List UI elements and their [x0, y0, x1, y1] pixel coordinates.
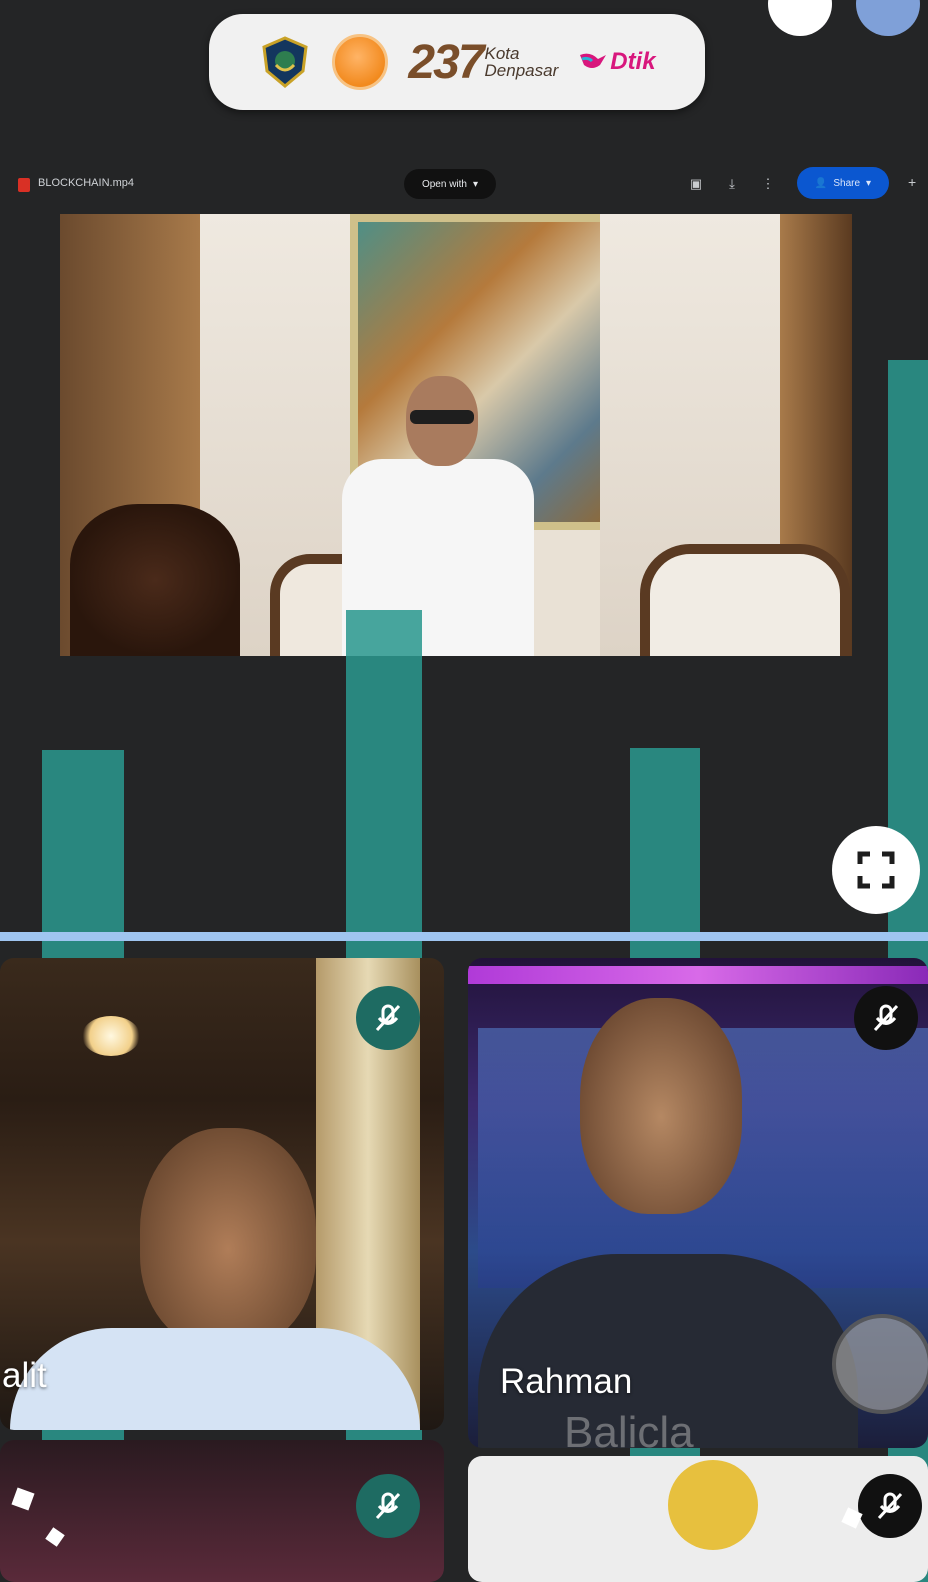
orange-emblem-logo — [332, 34, 389, 90]
share-caret-icon: ▾ — [866, 177, 872, 189]
top-control-button[interactable] — [768, 0, 832, 36]
anniversary-number: 237 — [408, 35, 484, 89]
participant-tile[interactable]: alit — [0, 958, 444, 1430]
side-panel-icon[interactable]: + — [908, 174, 916, 190]
comment-icon[interactable]: ▣ — [686, 174, 706, 194]
video-file-icon — [18, 178, 30, 192]
bird-icon — [580, 53, 607, 68]
share-button[interactable]: 👤 Share ▾ — [797, 167, 889, 199]
mic-off-icon — [873, 1004, 899, 1032]
speaker-glasses — [410, 410, 474, 424]
open-with-label: Open with — [421, 178, 467, 190]
mic-off-icon — [877, 1492, 903, 1520]
more-options-icon[interactable]: ⋮ — [758, 174, 778, 194]
participant-name: alit — [2, 1356, 47, 1395]
background-text: Balicla — [564, 1408, 694, 1448]
participant-head — [580, 998, 742, 1214]
wood-carving-left — [70, 504, 240, 656]
government-shield-logo — [262, 36, 309, 88]
dtik-wordmark: Dtik — [610, 48, 656, 75]
fullscreen-button[interactable] — [832, 826, 920, 914]
participant-head — [140, 1128, 316, 1348]
section-divider — [0, 932, 928, 941]
participant-tile[interactable] — [0, 1440, 444, 1582]
participant-shirt — [10, 1328, 420, 1430]
city-label: Denpasar — [484, 61, 559, 80]
people-icon: 👤 — [814, 177, 828, 189]
floating-bubble[interactable] — [832, 1314, 928, 1414]
neon-ceiling — [468, 966, 928, 984]
download-icon[interactable]: ⤓ — [722, 174, 742, 194]
mic-off-badge — [356, 1474, 420, 1538]
mic-off-badge — [356, 986, 420, 1050]
fullscreen-icon — [857, 851, 895, 889]
share-label: Share — [833, 177, 861, 189]
mic-off-badge — [854, 986, 918, 1050]
organizer-banner: 237 Kota Denpasar Dtik — [209, 14, 705, 110]
participant-name: Rahman — [500, 1362, 633, 1401]
file-name: BLOCKCHAIN.mp4 — [38, 177, 134, 189]
ceiling-lamp — [82, 1016, 140, 1056]
chair-right — [640, 544, 850, 656]
yellow-circle — [668, 1460, 758, 1550]
avatar-button[interactable] — [856, 0, 920, 36]
kota-denpasar-logo: 237 Kota Denpasar — [408, 35, 558, 90]
dtik-logo: Dtik — [578, 48, 656, 76]
mic-off-icon — [375, 1492, 401, 1520]
mic-off-icon — [375, 1004, 401, 1032]
presentation-video[interactable] — [60, 214, 852, 656]
mic-off-badge — [858, 1474, 922, 1538]
participant-tile[interactable]: Rahman Balicla — [468, 958, 928, 1448]
caret-down-icon: ▾ — [473, 178, 479, 190]
kota-label: Kota — [484, 44, 520, 63]
open-with-button[interactable]: Open with ▾ — [404, 169, 496, 199]
